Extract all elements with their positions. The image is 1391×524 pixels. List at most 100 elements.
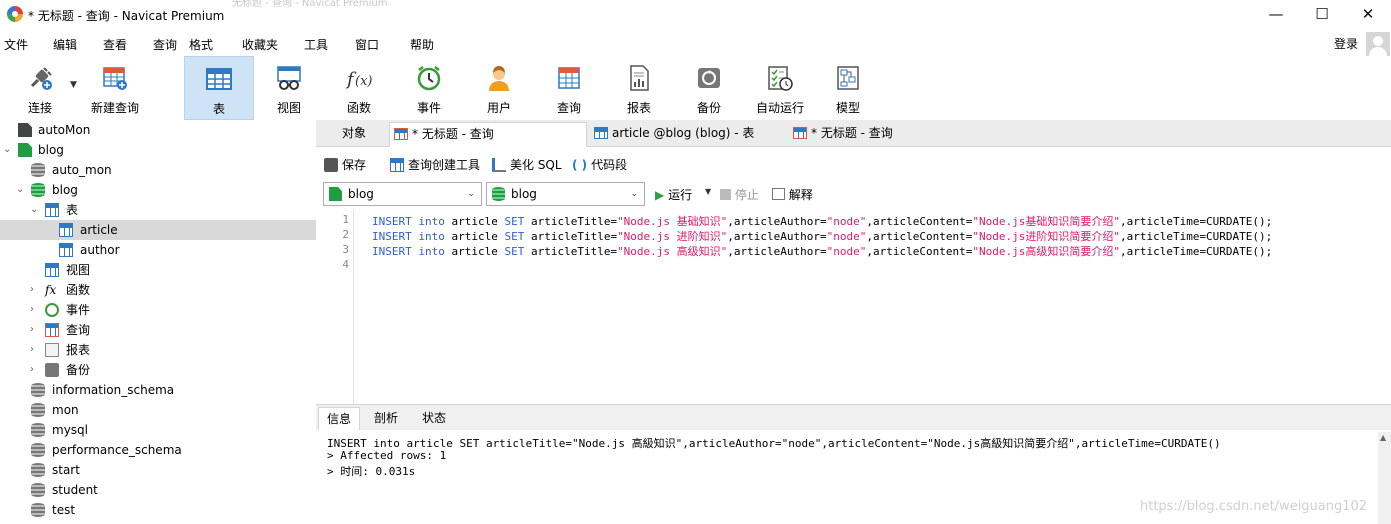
- toolbar-new-query-button[interactable]: 新建查询: [88, 56, 142, 120]
- avatar-icon[interactable]: [1366, 32, 1390, 56]
- toolbar-event-button[interactable]: 事件: [399, 56, 459, 120]
- tree-item-information-schema[interactable]: information_schema: [0, 380, 316, 400]
- run-button[interactable]: ▶ 运行: [655, 186, 692, 203]
- tree-item-views[interactable]: 视图: [0, 260, 316, 280]
- tab-untitled-query[interactable]: * 无标题 - 查询: [789, 122, 987, 147]
- menu-help[interactable]: 帮助: [410, 36, 434, 53]
- tree-item-test[interactable]: test: [0, 500, 316, 520]
- toolbar-query-button[interactable]: 查询: [539, 56, 599, 120]
- code-snippet-button[interactable]: ( ) 代码段: [572, 156, 627, 173]
- minimize-button[interactable]: —: [1253, 0, 1299, 30]
- run-dropdown-icon[interactable]: ▼: [705, 187, 711, 196]
- menu-window[interactable]: 窗口: [355, 36, 379, 53]
- chevron-right-icon[interactable]: ›: [30, 340, 40, 360]
- tab-profile[interactable]: 剖析: [366, 407, 406, 431]
- tree-item-label: test: [52, 503, 76, 517]
- stop-button[interactable]: 停止: [720, 186, 759, 203]
- toolbar-report-button[interactable]: 报表: [609, 56, 669, 120]
- tree-item-events[interactable]: › 事件: [0, 300, 316, 320]
- line-number: 4: [342, 258, 349, 271]
- menu-view[interactable]: 查看: [103, 36, 127, 53]
- tree-item-auto-mon[interactable]: auto_mon: [0, 160, 316, 180]
- menu-query[interactable]: 查询: [153, 36, 177, 53]
- model-icon: [834, 64, 862, 92]
- tree-item-start[interactable]: start: [0, 460, 316, 480]
- toolbar-new-query-label: 新建查询: [90, 101, 139, 115]
- close-button[interactable]: ✕: [1345, 0, 1391, 30]
- tab-untitled-query-active[interactable]: * 无标题 - 查询: [389, 122, 587, 147]
- toolbar-autorun-button[interactable]: 自动运行: [749, 56, 811, 120]
- chevron-down-icon[interactable]: ⌄: [16, 180, 26, 200]
- toolbar-view-label: 视图: [276, 101, 301, 115]
- code-line-3: INSERT into article SET articleTitle="No…: [372, 245, 1273, 258]
- tree-item-article[interactable]: article: [0, 220, 316, 240]
- toolbar-backup-button[interactable]: 备份: [679, 56, 739, 120]
- database-select[interactable]: blog ⌄: [486, 182, 645, 206]
- function-icon: f (x): [345, 64, 373, 92]
- toolbar-connect-button[interactable]: 连接: [12, 56, 68, 120]
- chevron-right-icon[interactable]: ›: [30, 280, 40, 300]
- tree-item-automon[interactable]: autoMon: [0, 120, 316, 140]
- tree-item-blog-database[interactable]: ⌄ blog: [0, 180, 316, 200]
- explain-button[interactable]: 解释: [772, 186, 813, 203]
- chevron-down-icon[interactable]: ⌄: [3, 140, 13, 160]
- tree-item-label: blog: [52, 183, 78, 197]
- tab-article-table[interactable]: article @blog (blog) - 表: [590, 122, 786, 147]
- tab-objects[interactable]: 对象: [316, 122, 388, 147]
- beautify-sql-button[interactable]: 美化 SQL: [492, 156, 562, 173]
- tree-item-functions[interactable]: › fx 函数: [0, 280, 316, 300]
- toolbar-table-button[interactable]: 表: [184, 56, 254, 120]
- tab-label: * 无标题 - 查询: [412, 127, 494, 141]
- tree-item-mysql[interactable]: mysql: [0, 420, 316, 440]
- svg-text:(x): (x): [355, 74, 372, 89]
- connect-dropdown-icon[interactable]: ▼: [70, 80, 77, 90]
- title-bar: * 无标题 - 查询 - Navicat Premium 无标题 - 查询 - …: [0, 0, 1391, 30]
- tree-item-backups[interactable]: › 备份: [0, 360, 316, 380]
- database-icon: [31, 503, 45, 517]
- scroll-up-icon[interactable]: ▲: [1380, 433, 1386, 442]
- login-link[interactable]: 登录: [1334, 35, 1358, 52]
- save-button[interactable]: 保存: [324, 156, 366, 173]
- toolbar-query-label: 查询: [556, 101, 581, 115]
- tree-item-student[interactable]: student: [0, 480, 316, 500]
- table-icon: [59, 223, 73, 237]
- chevron-right-icon[interactable]: ›: [30, 320, 40, 340]
- tree-item-tables[interactable]: ⌄ 表: [0, 200, 316, 220]
- menu-bar: 文件 编辑 查看 查询 格式 收藏夹 工具 窗口 帮助 登录: [0, 30, 1391, 56]
- output-scrollbar[interactable]: ▲: [1378, 432, 1391, 524]
- chevron-down-icon[interactable]: ⌄: [30, 200, 40, 220]
- chevron-right-icon[interactable]: ›: [30, 300, 40, 320]
- query-builder-button[interactable]: 查询创建工具: [390, 156, 480, 173]
- chevron-right-icon[interactable]: ›: [30, 360, 40, 380]
- toolbar-function-button[interactable]: f (x) 函数: [329, 56, 389, 120]
- tab-info[interactable]: 信息: [318, 407, 361, 431]
- tree-item-reports[interactable]: › 报表: [0, 340, 316, 360]
- report-icon: [625, 64, 653, 92]
- connection-icon: [18, 123, 32, 137]
- toolbar-view-button[interactable]: 视图: [259, 56, 319, 120]
- toolbar-autorun-label: 自动运行: [755, 101, 804, 115]
- tree-item-label: mysql: [52, 423, 88, 437]
- toolbar-user-button[interactable]: 用户: [469, 56, 529, 120]
- tree-item-mon[interactable]: mon: [0, 400, 316, 420]
- tab-status[interactable]: 状态: [414, 407, 454, 431]
- tree-item-performance-schema[interactable]: performance_schema: [0, 440, 316, 460]
- backup-icon: [695, 64, 723, 92]
- menu-edit[interactable]: 编辑: [53, 36, 77, 53]
- code-line-1: INSERT into article SET articleTitle="No…: [372, 215, 1273, 228]
- tree-item-label: performance_schema: [52, 443, 182, 457]
- menu-tools[interactable]: 工具: [304, 36, 328, 53]
- menu-format[interactable]: 格式: [189, 36, 213, 53]
- tree-item-author[interactable]: author: [0, 240, 316, 260]
- tree-item-blog-connection[interactable]: ⌄ blog: [0, 140, 316, 160]
- tree-item-queries[interactable]: › 查询: [0, 320, 316, 340]
- tree-item-label: mon: [52, 403, 79, 417]
- result-tabs: 信息 剖析 状态: [316, 404, 1391, 431]
- maximize-button[interactable]: ☐: [1299, 0, 1345, 30]
- menu-favorites[interactable]: 收藏夹: [242, 36, 278, 53]
- window-title: * 无标题 - 查询 - Navicat Premium: [28, 9, 225, 23]
- tree-item-label: blog: [38, 143, 64, 157]
- connection-select[interactable]: blog ⌄: [323, 182, 482, 206]
- menu-file[interactable]: 文件: [4, 36, 28, 53]
- toolbar-model-button[interactable]: 模型: [818, 56, 878, 120]
